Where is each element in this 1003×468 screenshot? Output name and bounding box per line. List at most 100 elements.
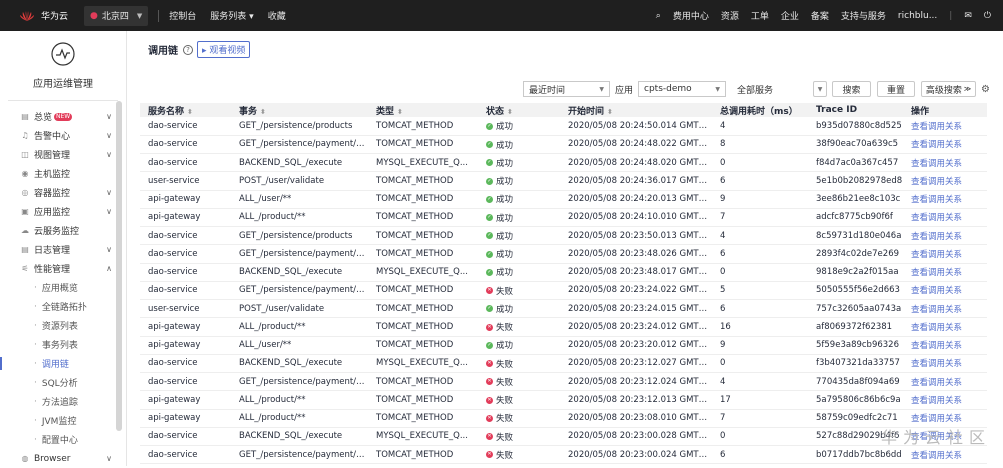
sidebar-subitem-6[interactable]: ·方法追踪 — [0, 392, 126, 411]
reset-button[interactable]: 重置 — [877, 81, 915, 97]
sort-icon[interactable]: ⬍ — [260, 108, 266, 116]
status-cell: ✓成功 — [478, 154, 560, 172]
search-button[interactable]: 搜索 — [832, 81, 871, 97]
mail-icon[interactable]: ✉ — [964, 11, 972, 21]
sidebar-item-4[interactable]: ◎容器监控∨ — [0, 183, 126, 202]
nav-enterprise[interactable]: 企业 — [781, 9, 799, 22]
trace-id-cell: 8c59731d180e046a — [808, 227, 903, 245]
sidebar-item-7[interactable]: ▤日志管理∨ — [0, 240, 126, 259]
sidebar-item-6[interactable]: ☁云服务监控 — [0, 221, 126, 240]
sidebar-scrollbar[interactable] — [116, 101, 122, 431]
success-check-icon: ✓ — [486, 141, 493, 148]
sidebar-subitem-0[interactable]: ·应用概览 — [0, 278, 126, 297]
sidebar-item-3[interactable]: ◉主机监控 — [0, 164, 126, 183]
column-header-1[interactable]: 事务⬍ — [231, 103, 368, 117]
nav-filing[interactable]: 备案 — [811, 9, 829, 22]
sort-icon[interactable]: ⬍ — [187, 108, 193, 116]
nav-favorites[interactable]: 收藏 — [268, 9, 286, 22]
view-call-relation-link[interactable]: 查看调用关系 — [903, 300, 987, 318]
region-selector[interactable]: ● 北京四 ▼ — [84, 6, 148, 26]
view-call-relation-link[interactable]: 查看调用关系 — [903, 446, 987, 464]
column-header-2[interactable]: 类型⬍ — [368, 103, 478, 117]
search-icon[interactable]: ⌕ — [656, 11, 661, 21]
nav-resources[interactable]: 资源 — [721, 9, 739, 22]
view-call-relation-link[interactable]: 查看调用关系 — [903, 227, 987, 245]
column-header-6[interactable]: Trace ID — [808, 103, 903, 117]
watermark: 华为云社区 — [881, 424, 991, 448]
service-name-cell: dao-service — [140, 135, 231, 153]
type-cell: TOMCAT_METHOD — [368, 227, 478, 245]
view-call-relation-link[interactable]: 查看调用关系 — [903, 172, 987, 190]
view-call-relation-link[interactable]: 查看调用关系 — [903, 373, 987, 391]
host-icon: ◉ — [20, 169, 30, 178]
sidebar-subitem-1[interactable]: ·全链路拓扑 — [0, 297, 126, 316]
view-call-relation-link[interactable]: 查看调用关系 — [903, 318, 987, 336]
sidebar-subitem-2[interactable]: ·资源列表 — [0, 316, 126, 335]
sidebar-item-5[interactable]: ▣应用监控∨ — [0, 202, 126, 221]
type-cell: MYSQL_EXECUTE_Q... — [368, 263, 478, 281]
nav-console[interactable]: 控制台 — [169, 9, 196, 22]
sort-icon[interactable]: ⬍ — [607, 108, 613, 116]
trace-id-cell: 757c32605aa0743a — [808, 300, 903, 318]
chevron-icon: ∨ — [106, 131, 112, 140]
start-time-cell: 2020/05/08 20:23:08.010 GMT+0... — [560, 409, 712, 427]
status-text: 失败 — [496, 358, 513, 370]
view-call-relation-link[interactable]: 查看调用关系 — [903, 208, 987, 226]
sidebar-subitem-8[interactable]: ·配置中心 — [0, 430, 126, 449]
transaction-cell: GET_/persistence/products — [231, 117, 368, 135]
view-call-relation-link[interactable]: 查看调用关系 — [903, 245, 987, 263]
app-select[interactable]: cpts-demo ▼ — [638, 81, 726, 97]
sidebar-item-8[interactable]: ⚟性能管理∧ — [0, 259, 126, 278]
status-text: 成功 — [496, 303, 513, 315]
view-call-relation-link[interactable]: 查看调用关系 — [903, 190, 987, 208]
view-call-relation-link[interactable]: 查看调用关系 — [903, 154, 987, 172]
app-monitor-icon — [50, 41, 76, 67]
service-name-cell: dao-service — [140, 263, 231, 281]
user-account[interactable]: richblu... — [898, 11, 937, 21]
sort-icon[interactable]: ⬍ — [397, 108, 403, 116]
service-dropdown-button[interactable]: ▼ — [813, 81, 827, 97]
huawei-cloud-logo[interactable]: 华为云 — [18, 9, 68, 22]
view-call-relation-link[interactable]: 查看调用关系 — [903, 354, 987, 372]
view-call-relation-link[interactable]: 查看调用关系 — [903, 135, 987, 153]
view-call-relation-link[interactable]: 查看调用关系 — [903, 391, 987, 409]
watch-video-button[interactable]: ▸ 观看视频 — [197, 41, 250, 58]
sidebar-subitem-7[interactable]: ·JVM监控 — [0, 411, 126, 430]
sidebar-item-browser[interactable]: ◍Browser∨ — [0, 449, 126, 468]
duration-cell: 6 — [712, 172, 808, 190]
sidebar-subitem-5[interactable]: ·SQL分析 — [0, 373, 126, 392]
sidebar-item-0[interactable]: ▤总览NEW∨ — [0, 107, 126, 126]
column-header-5[interactable]: 总调用耗时（ms） — [712, 103, 808, 117]
view-call-relation-link[interactable]: 查看调用关系 — [903, 263, 987, 281]
column-header-4[interactable]: 开始时间⬍ — [560, 103, 712, 117]
column-header-3[interactable]: 状态⬍ — [478, 103, 560, 117]
status-badge: ✓成功 — [486, 175, 513, 187]
sidebar-subitem-4[interactable]: ·调用链 — [0, 354, 126, 373]
time-range-select[interactable]: 最近时间 ▼ — [523, 81, 610, 97]
status-badge: ✕失败 — [486, 376, 513, 388]
settings-gear-icon[interactable]: ⚙ — [981, 84, 990, 95]
trace-id-cell: af8069372f62381 — [808, 318, 903, 336]
column-header-0[interactable]: 服务名称⬍ — [140, 103, 231, 117]
nav-support[interactable]: 支持与服务 — [841, 9, 886, 22]
transaction-cell: ALL_/user/** — [231, 190, 368, 208]
service-select[interactable]: 全部服务 — [732, 81, 815, 97]
sidebar-subitem-3[interactable]: ·事务列表 — [0, 335, 126, 354]
view-call-relation-link[interactable]: 查看调用关系 — [903, 117, 987, 135]
status-text: 失败 — [496, 449, 513, 461]
view-call-relation-link[interactable]: 查看调用关系 — [903, 336, 987, 354]
sort-icon[interactable]: ⬍ — [507, 108, 513, 116]
duration-cell: 0 — [712, 354, 808, 372]
nav-tickets[interactable]: 工单 — [751, 9, 769, 22]
status-cell: ✓成功 — [478, 172, 560, 190]
help-icon[interactable]: ? — [183, 45, 193, 55]
nav-billing[interactable]: 费用中心 — [673, 9, 709, 22]
advanced-search-button[interactable]: 高级搜索≫ — [921, 81, 976, 97]
service-value: 全部服务 — [737, 83, 773, 96]
sidebar-item-2[interactable]: ◫视图管理∨ — [0, 145, 126, 164]
nav-service-list[interactable]: 服务列表 ▾ — [210, 9, 253, 22]
view-call-relation-link[interactable]: 查看调用关系 — [903, 281, 987, 299]
app-icon: ▣ — [20, 207, 30, 216]
sidebar-item-1[interactable]: ♫告警中心∨ — [0, 126, 126, 145]
power-icon[interactable]: ⏻ — [984, 11, 991, 21]
